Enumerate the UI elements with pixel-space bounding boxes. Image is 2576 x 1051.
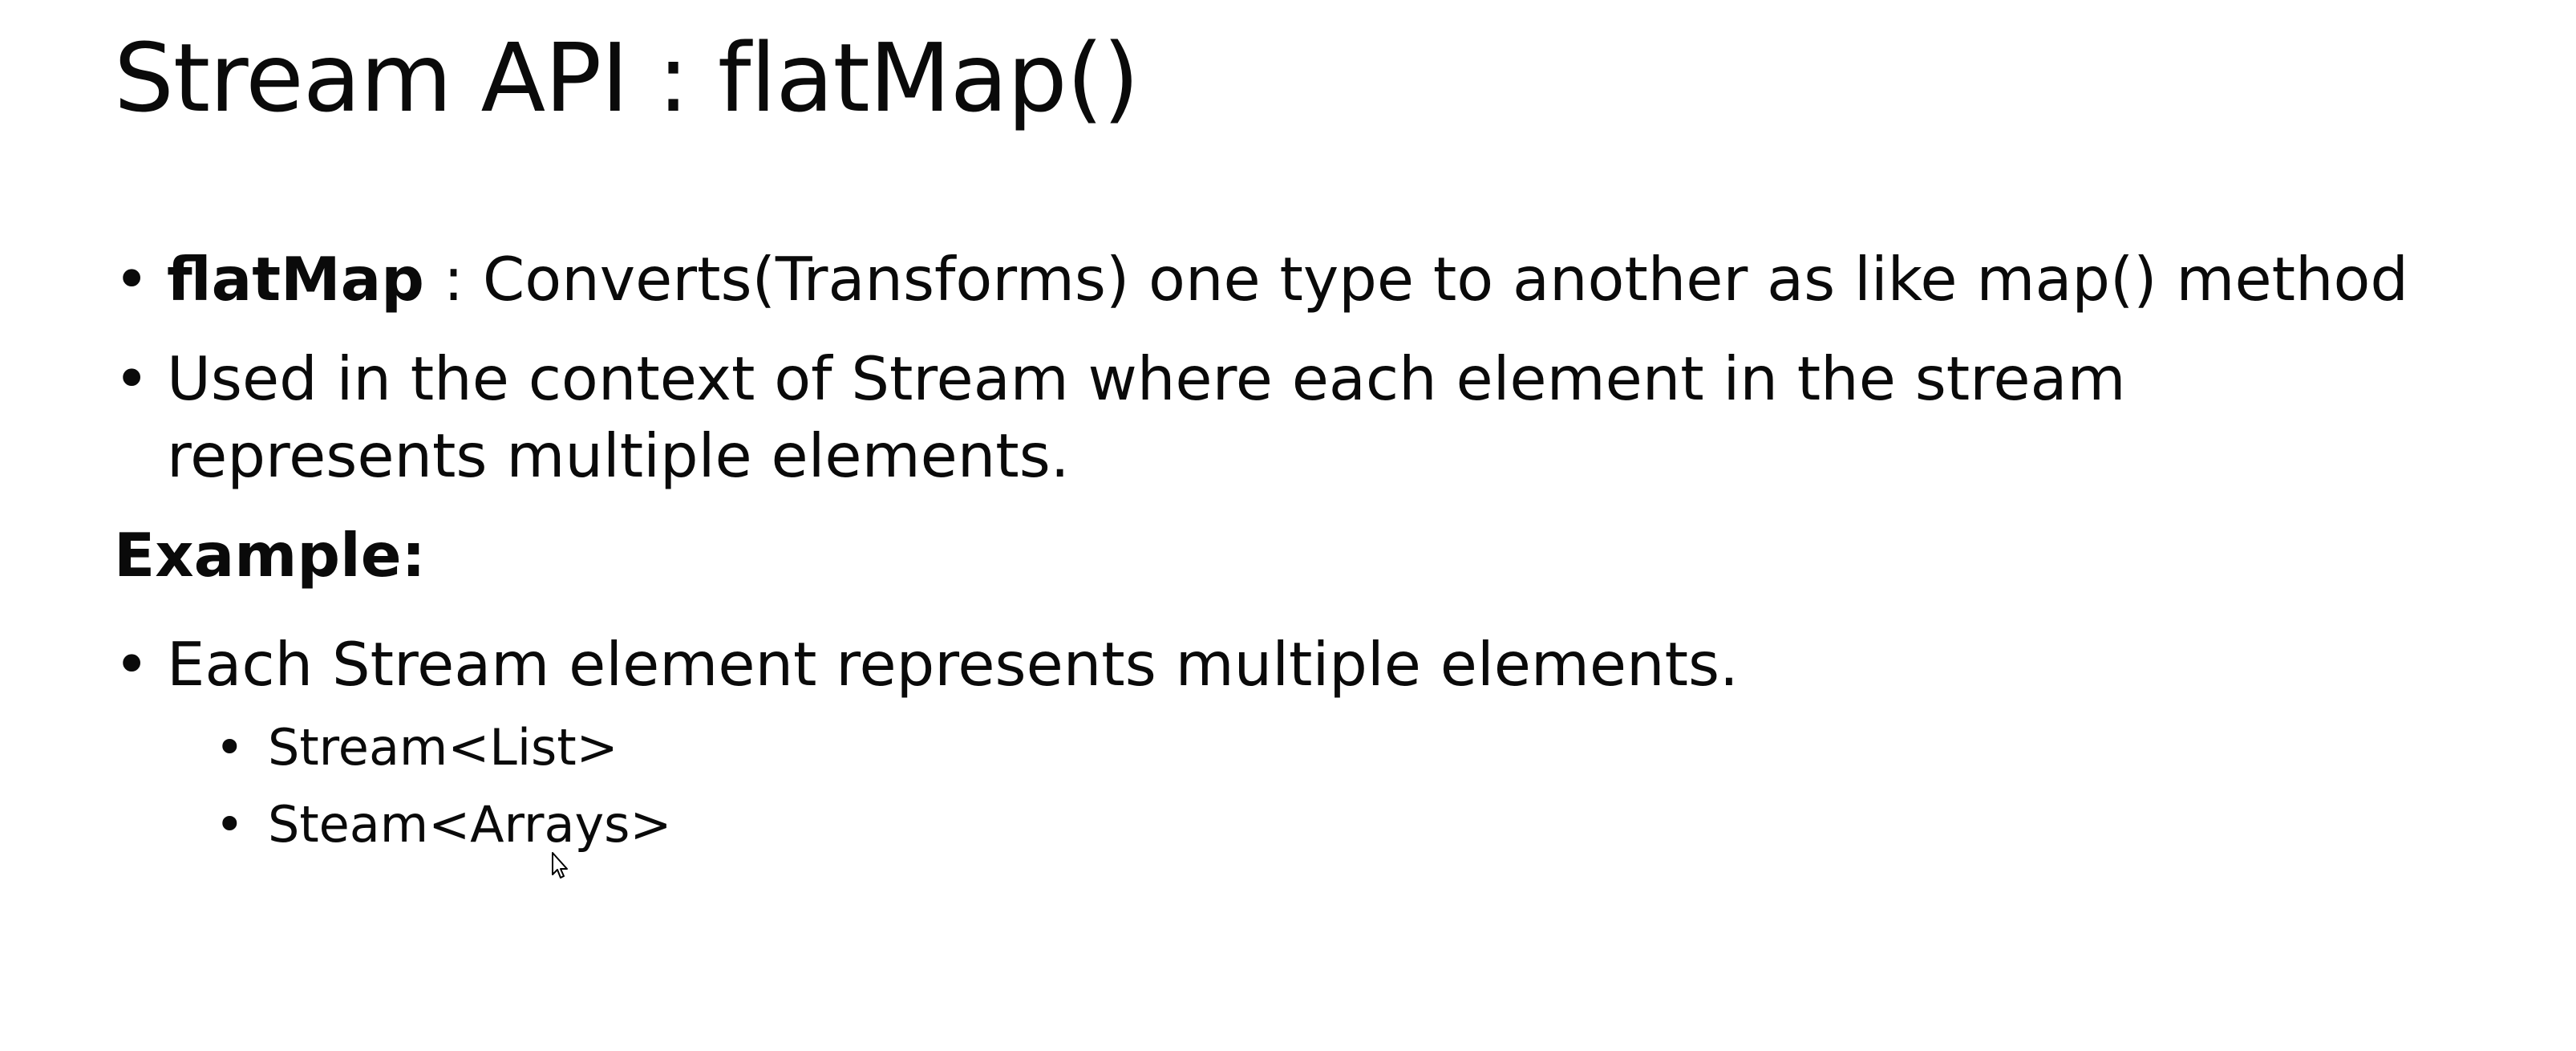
bullet-marker: • (114, 343, 150, 414)
sub-bullet-marker: • (215, 718, 245, 777)
bullet-flatmap-definition: • flatMap : Converts(Transforms) one typ… (114, 241, 2440, 318)
bullet-text: Used in the context of Stream where each… (167, 343, 2126, 491)
sub-bullet-text: Steam<Arrays> (268, 795, 672, 854)
bullet-text: Each Stream element represents multiple … (167, 629, 1739, 700)
bullet-marker: • (114, 244, 150, 314)
bullet-term: flatMap (167, 244, 424, 314)
slide-content: • flatMap : Converts(Transforms) one typ… (114, 241, 2440, 863)
slide: Stream API : flatMap() • flatMap : Conve… (0, 0, 2576, 1051)
sub-bullet-text: Stream<List> (268, 718, 618, 777)
bullet-marker: • (114, 629, 150, 700)
bullet-text: : Converts(Transforms) one type to anoth… (423, 244, 2409, 314)
bullet-example: • Each Stream element represents multipl… (114, 626, 2440, 703)
sub-bullet-marker: • (215, 795, 245, 854)
mouse-pointer-icon (552, 852, 568, 879)
sub-bullet-stream-list: • Stream<List> (215, 709, 2440, 786)
sub-bullet-steam-arrays: • Steam<Arrays> (215, 786, 2440, 863)
bullet-context: • Used in the context of Stream where ea… (114, 340, 2440, 494)
slide-title: Stream API : flatMap() (114, 22, 1140, 133)
example-heading: Example: (114, 520, 426, 590)
